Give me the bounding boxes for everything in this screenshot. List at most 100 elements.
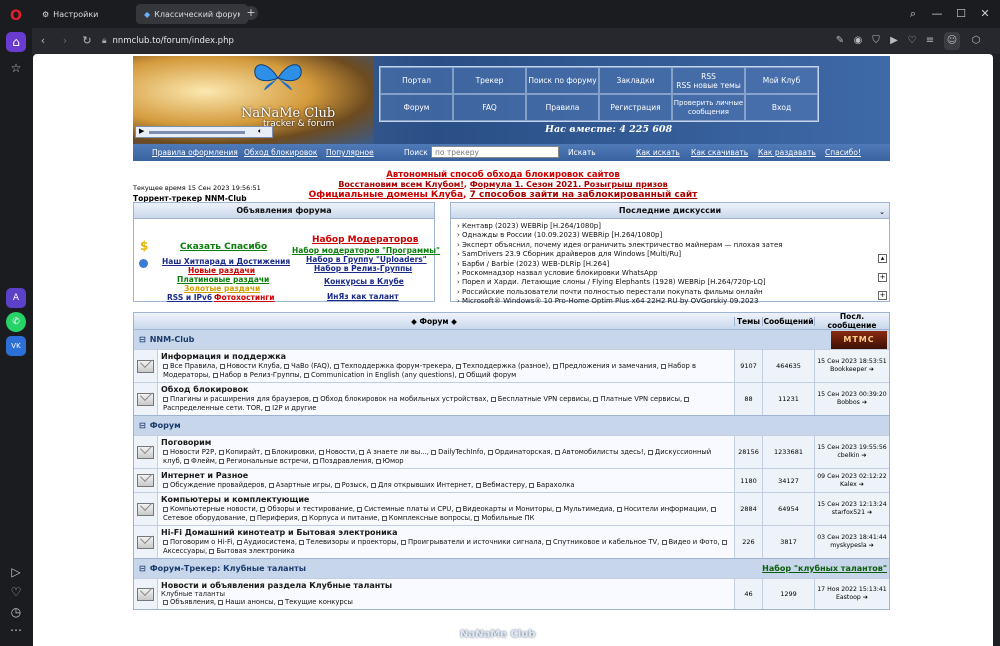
subforum-link[interactable]: Флейм, — [184, 457, 219, 465]
extensions-icon[interactable]: ⬡ — [968, 32, 984, 50]
nav-item-0-0[interactable]: Портал — [380, 67, 453, 94]
nav-item-1-5[interactable]: Вход — [745, 94, 818, 121]
subforum-link[interactable]: Юмор — [375, 457, 404, 465]
player-icon[interactable]: ▷ — [6, 562, 26, 582]
subforum-link[interactable]: Копирайт, — [218, 448, 265, 456]
reload-icon[interactable]: ↻ — [78, 32, 96, 50]
edit-icon[interactable]: ✎ — [832, 32, 848, 50]
subforum-link[interactable]: Видео и Фото, — [661, 538, 722, 546]
subforum-link[interactable]: Ординаторская, — [487, 448, 555, 456]
recent-item[interactable]: › Эксперт объяснил, почему идея ограничи… — [457, 241, 883, 250]
heart-outline-icon[interactable]: ♡ — [904, 32, 920, 50]
vpn-icon[interactable]: ▶ — [886, 32, 902, 50]
category-row[interactable]: ⊟ Форум — [134, 415, 889, 435]
forum-title[interactable]: Hi-Fi Домашний кинотеатр и Бытовая элект… — [161, 528, 731, 537]
subforum-link[interactable]: Периферия, — [249, 514, 302, 522]
heart-icon[interactable]: ♡ — [6, 582, 26, 602]
last-post-user[interactable]: starfox521 ➔ — [832, 509, 872, 517]
recent-item[interactable]: › Барби / Barbie (2023) WEB-DLRip [H.264… — [457, 260, 883, 269]
subforum-link[interactable]: Спутниковое и кабельное TV, — [546, 538, 661, 546]
link-how-upload[interactable]: Как раздавать — [758, 148, 816, 157]
forum-title[interactable]: Новости и объявления раздела Клубные тал… — [161, 581, 731, 590]
expand-icon[interactable]: + — [878, 273, 887, 282]
link-contests[interactable]: Конкурсы в Клубе — [324, 277, 404, 286]
subforum-link[interactable]: Обзоры и тестирование, — [260, 505, 357, 513]
nav-item-0-3[interactable]: Закладки — [599, 67, 672, 94]
home-icon[interactable]: ⌂ — [6, 32, 26, 52]
nav-item-0-4[interactable]: RSS RSS новые темы — [672, 67, 745, 94]
category-name[interactable]: Форум — [150, 421, 181, 430]
subforum-link[interactable]: Новости P2P, — [163, 448, 219, 456]
play-icon[interactable]: ▶ — [139, 127, 144, 135]
subforum-link[interactable]: Компьютерные новости, — [163, 505, 260, 513]
volume-icon[interactable]: 🔈︎ — [258, 127, 262, 136]
recent-item[interactable]: › Российские пользователи почти полность… — [457, 288, 883, 297]
promo-line-1[interactable]: Автономный способ обхода блокировок сайт… — [223, 170, 783, 180]
subforum-link[interactable]: Новости Клуба, — [219, 362, 285, 370]
subforum-link[interactable]: Новости, — [318, 448, 360, 456]
subforum-link[interactable]: Мультимедиа, — [556, 505, 617, 513]
subforum-link[interactable]: Розыск, — [334, 481, 371, 489]
category-row[interactable]: ⊟ Форум-Трекер: Клубные таланты Набор "клу… — [134, 558, 889, 578]
subforum-link[interactable]: Телевизоры и проекторы, — [299, 538, 401, 546]
forum-title[interactable]: Компьютеры и комплектующие — [161, 495, 731, 504]
subforum-link[interactable]: Общий форум — [458, 371, 516, 379]
subforum-link[interactable]: Проигрыватели и источники сигнала, — [400, 538, 546, 546]
camera-icon[interactable]: ◉ — [850, 32, 866, 50]
link-say-thanks[interactable]: Сказать Спасибо — [180, 242, 267, 252]
nav-item-1-2[interactable]: Правила — [526, 94, 599, 121]
category-toggle-icon[interactable]: ⊟ — [139, 421, 146, 430]
recent-item[interactable]: › Роскомнадзор назвал условие блокировки… — [457, 269, 883, 278]
tab-settings[interactable]: ⚙ Настройки — [34, 4, 106, 24]
forum-title[interactable]: Поговорим — [161, 438, 731, 447]
subforum-link[interactable]: Communication in English (any questions)… — [303, 371, 459, 379]
back-icon[interactable]: ‹ — [34, 32, 52, 50]
bookmarks-icon[interactable]: ☆ — [6, 58, 26, 78]
subforum-link[interactable]: Платные VPN сервисы, — [593, 395, 684, 403]
forum-title[interactable]: Информация и поддержка — [161, 352, 731, 361]
last-post-user[interactable]: Eastoop ➔ — [836, 594, 868, 602]
subforum-link[interactable]: Мобильные ПК — [474, 514, 534, 522]
subforum-link[interactable]: Набор в Релиз-Группы, — [212, 371, 304, 379]
link-rss-ipv6[interactable]: RSS и IPv6 — [167, 293, 212, 302]
subforum-link[interactable]: Корпуса и питание, — [302, 514, 382, 522]
category-toggle-icon[interactable]: ⊟ — [139, 564, 146, 573]
subforum-link[interactable]: Аудиосистема, — [236, 538, 300, 546]
subforum-link[interactable]: Бесплатные VPN сервисы, — [490, 395, 594, 403]
player-track[interactable] — [149, 131, 245, 134]
search-tabs-icon[interactable]: ⌕ — [904, 5, 922, 23]
nav-item-1-1[interactable]: FAQ — [453, 94, 526, 121]
link-uploaders[interactable]: Набор в Группу "Uploaders" — [306, 255, 427, 264]
category-name[interactable]: NNM-Club — [150, 335, 195, 344]
subforum-link[interactable]: Бытовая электроника — [209, 547, 295, 555]
last-post-user[interactable]: Bobbos ➔ — [837, 399, 867, 407]
last-post-user[interactable]: Kalex ➔ — [840, 481, 864, 489]
subforum-link[interactable]: Автомобилисты здесь!, — [554, 448, 648, 456]
subforum-link[interactable]: DailyTechInfo, — [431, 448, 488, 456]
close-icon[interactable]: ✕ — [976, 5, 994, 23]
subforum-link[interactable]: Наши анонсы, — [218, 598, 278, 606]
new-tab-icon[interactable]: + — [244, 6, 258, 20]
link-popular[interactable]: Популярное — [326, 148, 374, 157]
subforum-link[interactable]: Все Правила, — [163, 362, 220, 370]
subforum-link[interactable]: ЧаВо (FAQ), — [284, 362, 334, 370]
link-how-download[interactable]: Как скачивать — [691, 148, 748, 157]
maximize-icon[interactable]: ☐ — [952, 5, 970, 23]
minimize-icon[interactable]: — — [928, 5, 946, 23]
subforum-link[interactable]: Поговорим о Hi-Fi, — [163, 538, 237, 546]
nav-item-1-3[interactable]: Регистрация — [599, 94, 672, 121]
subforum-link[interactable]: Объявления, — [163, 598, 218, 606]
opera-logo-icon[interactable]: O — [6, 6, 26, 26]
forum-title[interactable]: Обход блокировок — [161, 385, 731, 394]
forward-icon[interactable]: › — [56, 32, 74, 50]
tab-forum[interactable]: ◆Классический форум-тр — [136, 4, 248, 24]
subforum-link[interactable]: Обход блокировок на мобильных устройства… — [313, 395, 491, 403]
subforum-link[interactable]: Поздравления, — [312, 457, 376, 465]
site-logo[interactable]: NaNaMe Club tracker & forum ▶ 🔈︎ — [133, 56, 373, 144]
last-post-user[interactable]: cbelkin ➔ — [837, 452, 866, 460]
recent-item[interactable]: › Порел и Харди. Летающие слоны / Flying… — [457, 278, 883, 287]
subforum-link[interactable]: Техподдержка (разное), — [455, 362, 553, 370]
category-link[interactable]: Набор "клубных талантов" — [762, 564, 887, 573]
subforum-link[interactable]: Вебмастеру, — [475, 481, 530, 489]
forum-title[interactable]: Интернет и Разное — [161, 471, 731, 480]
